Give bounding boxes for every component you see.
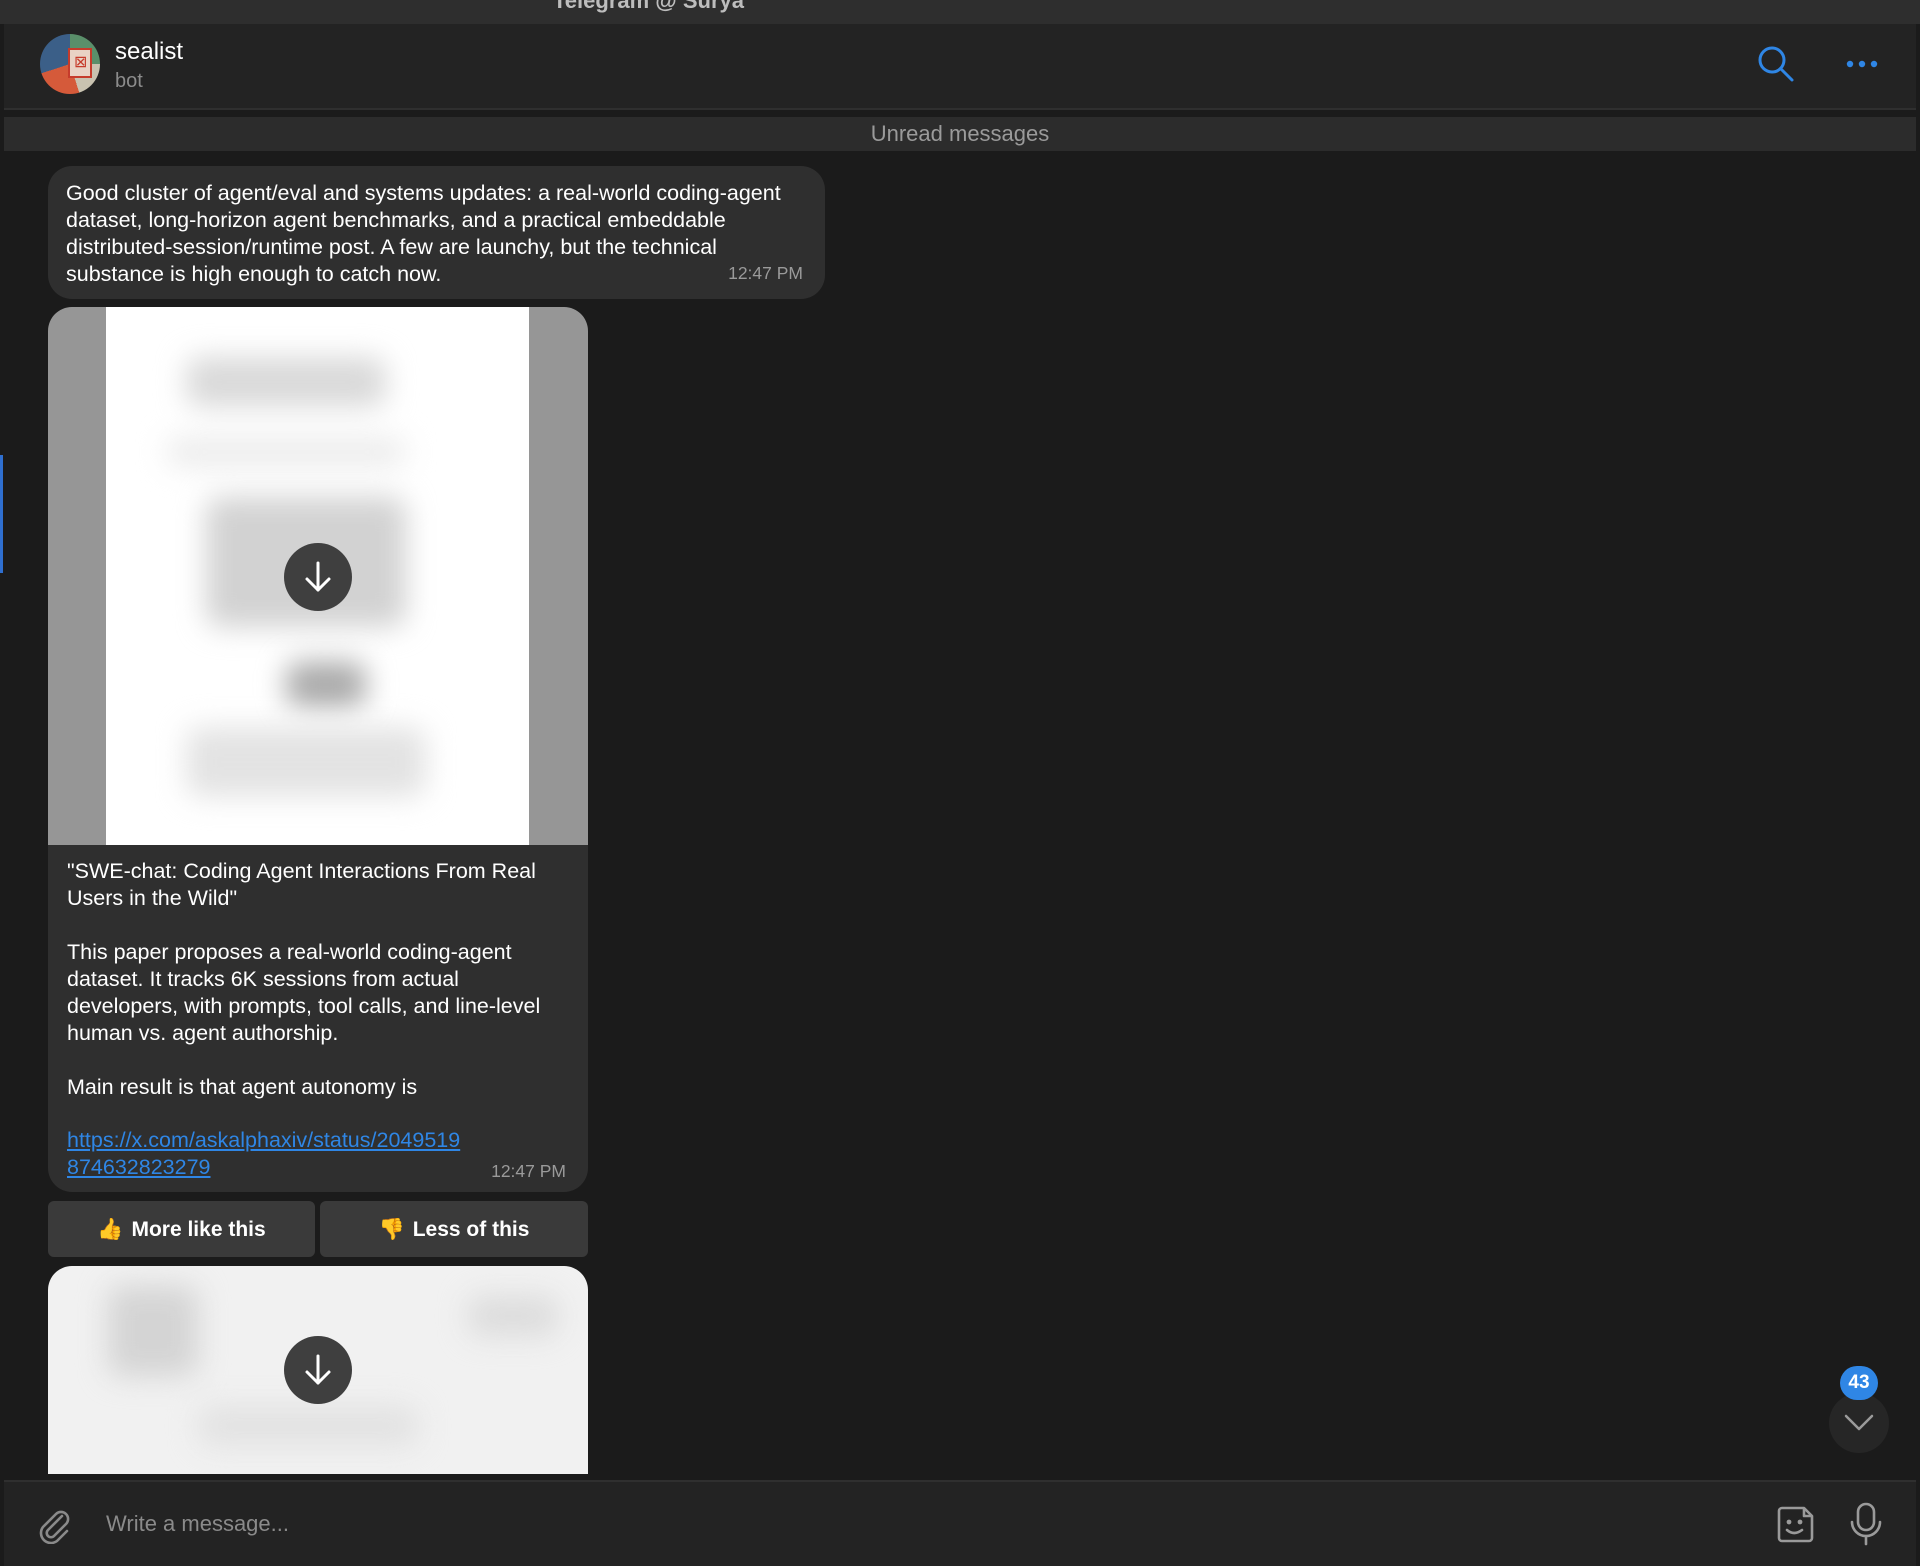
message-bubble-photo-partial[interactable] (48, 1266, 588, 1474)
paper-summary: Main result is that agent autonomy is (67, 1075, 418, 1099)
window-title: Telegram @ Surya (553, 0, 745, 13)
avatar[interactable]: ⊠ (40, 34, 100, 94)
less-of-this-label: Less of this (412, 1218, 530, 1241)
more-icon[interactable] (1842, 52, 1882, 76)
less-of-this-button[interactable]: 👎 Less of this (320, 1201, 588, 1257)
telegram-window: Telegram @ Surya ⊠ sealist bot Unread me… (0, 0, 1920, 1566)
unread-count-badge: 43 (1840, 1366, 1878, 1400)
unread-divider: Unread messages (4, 117, 1916, 151)
photo-preview[interactable] (48, 307, 588, 845)
paperclip-icon[interactable] (34, 1504, 74, 1545)
thumbs-up-icon: 👍 (97, 1217, 124, 1241)
message-bubble[interactable]: Good cluster of agent/eval and systems u… (48, 166, 825, 299)
thumbs-down-icon: 👎 (378, 1217, 405, 1241)
arrow-down-icon (305, 561, 331, 592)
message-time: 12:47 PM (728, 263, 803, 283)
more-like-this-label: More like this (131, 1218, 266, 1241)
message-bubble-photo[interactable]: "SWE-chat: Coding Agent Interactions Fro… (48, 307, 588, 1192)
message-link[interactable]: https://x.com/askalphaxiv/status/2049519… (67, 1127, 467, 1181)
arrow-down-icon (305, 1354, 331, 1385)
chevron-down-icon (1844, 1414, 1874, 1431)
chat-status: bot (115, 70, 143, 92)
download-button[interactable] (284, 1336, 352, 1404)
chat-name[interactable]: sealist (115, 38, 183, 66)
paper-title: "SWE-chat: Coding Agent Interactions Fro… (67, 859, 536, 910)
microphone-icon[interactable] (1844, 1500, 1888, 1548)
message-composer (4, 1480, 1916, 1566)
search-icon[interactable] (1756, 44, 1796, 84)
more-like-this-button[interactable]: 👍 More like this (48, 1201, 315, 1257)
sidebar-edge-accent (0, 455, 3, 573)
message-time: 12:47 PM (491, 1161, 566, 1181)
message-input[interactable] (104, 1502, 1748, 1546)
title-bar: Telegram @ Surya (0, 0, 1920, 24)
chat-header: ⊠ sealist bot (4, 24, 1916, 110)
download-button[interactable] (284, 543, 352, 611)
sticker-icon[interactable] (1774, 1502, 1818, 1546)
message-text: Good cluster of agent/eval and systems u… (66, 181, 781, 286)
scroll-to-bottom-button[interactable] (1829, 1393, 1889, 1453)
paper-body: This paper proposes a real-world coding-… (67, 940, 541, 1045)
message-caption: "SWE-chat: Coding Agent Interactions Fro… (67, 858, 567, 1128)
